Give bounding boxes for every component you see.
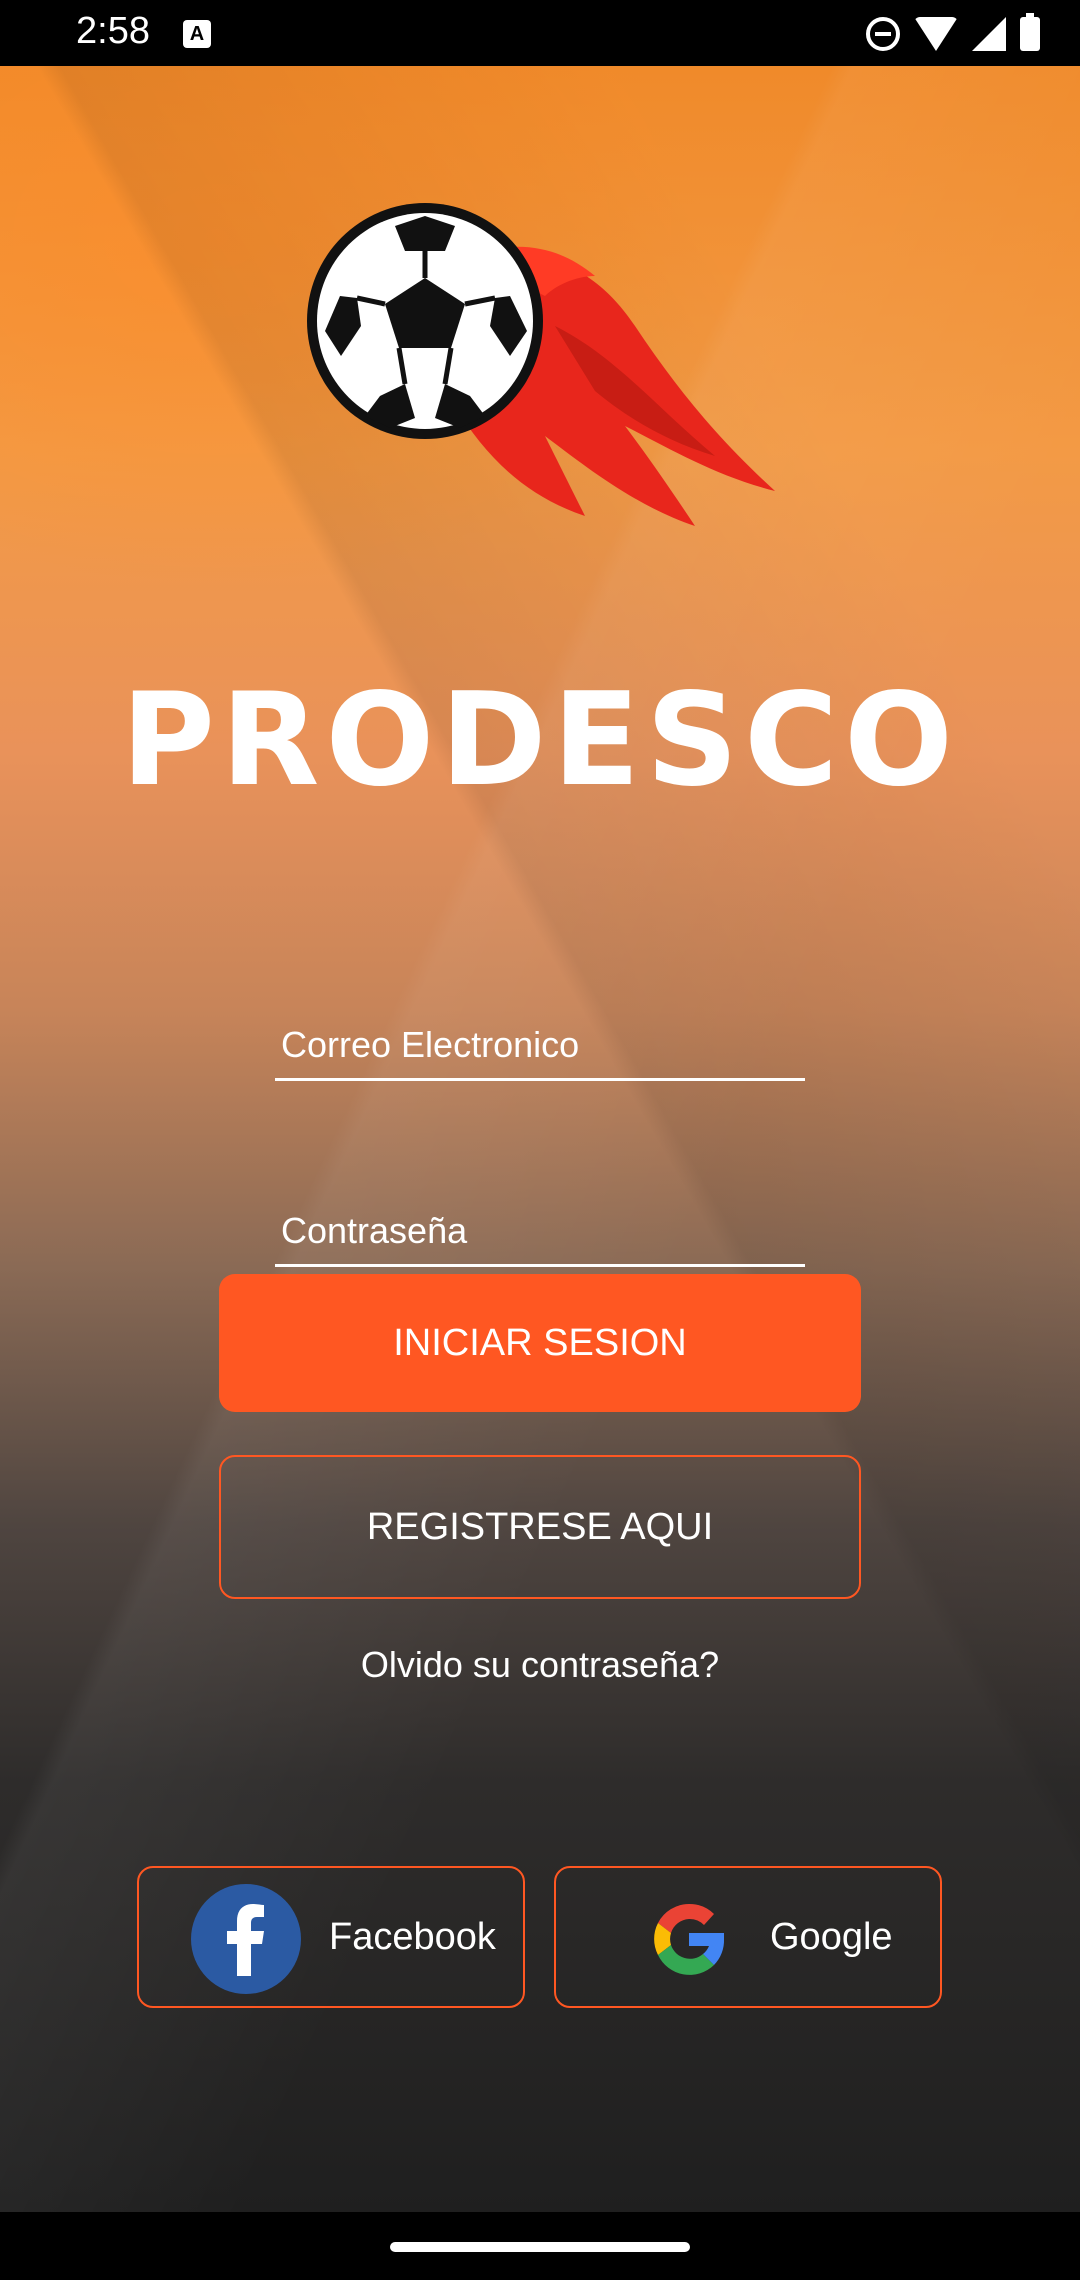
facebook-icon: [191, 1884, 301, 1994]
status-bar: 2:58 A: [0, 0, 1080, 66]
home-gesture-handle[interactable]: [390, 2242, 690, 2252]
brand-title: PRODESCO: [121, 666, 959, 815]
login-button[interactable]: INICIAR SESION: [219, 1274, 861, 1412]
facebook-label: Facebook: [329, 1916, 496, 1958]
google-login-button[interactable]: Google: [554, 1866, 942, 2008]
facebook-login-button[interactable]: Facebook: [137, 1866, 525, 2008]
battery-icon: [1020, 13, 1040, 51]
status-icons: [866, 13, 1040, 54]
password-field[interactable]: [275, 1184, 805, 1267]
login-screen: PRODESCO INICIAR SESION REGISTRESE AQUI …: [0, 66, 1080, 2212]
navigation-bar: [0, 2212, 1080, 2280]
google-icon: [654, 1903, 725, 1975]
forgot-password-link[interactable]: Olvido su contraseña?: [0, 1644, 1080, 1686]
wifi-icon: [914, 17, 958, 51]
register-button[interactable]: REGISTRESE AQUI: [219, 1455, 861, 1599]
password-input[interactable]: [281, 1210, 781, 1252]
google-label: Google: [770, 1916, 893, 1958]
notification-icon: A: [183, 20, 211, 48]
email-field[interactable]: [275, 998, 805, 1081]
signal-icon: [972, 17, 1006, 51]
status-time: 2:58: [76, 10, 150, 52]
email-input[interactable]: [281, 1024, 781, 1066]
do-not-disturb-icon: [866, 17, 900, 51]
flaming-soccer-ball-icon: [307, 203, 775, 527]
